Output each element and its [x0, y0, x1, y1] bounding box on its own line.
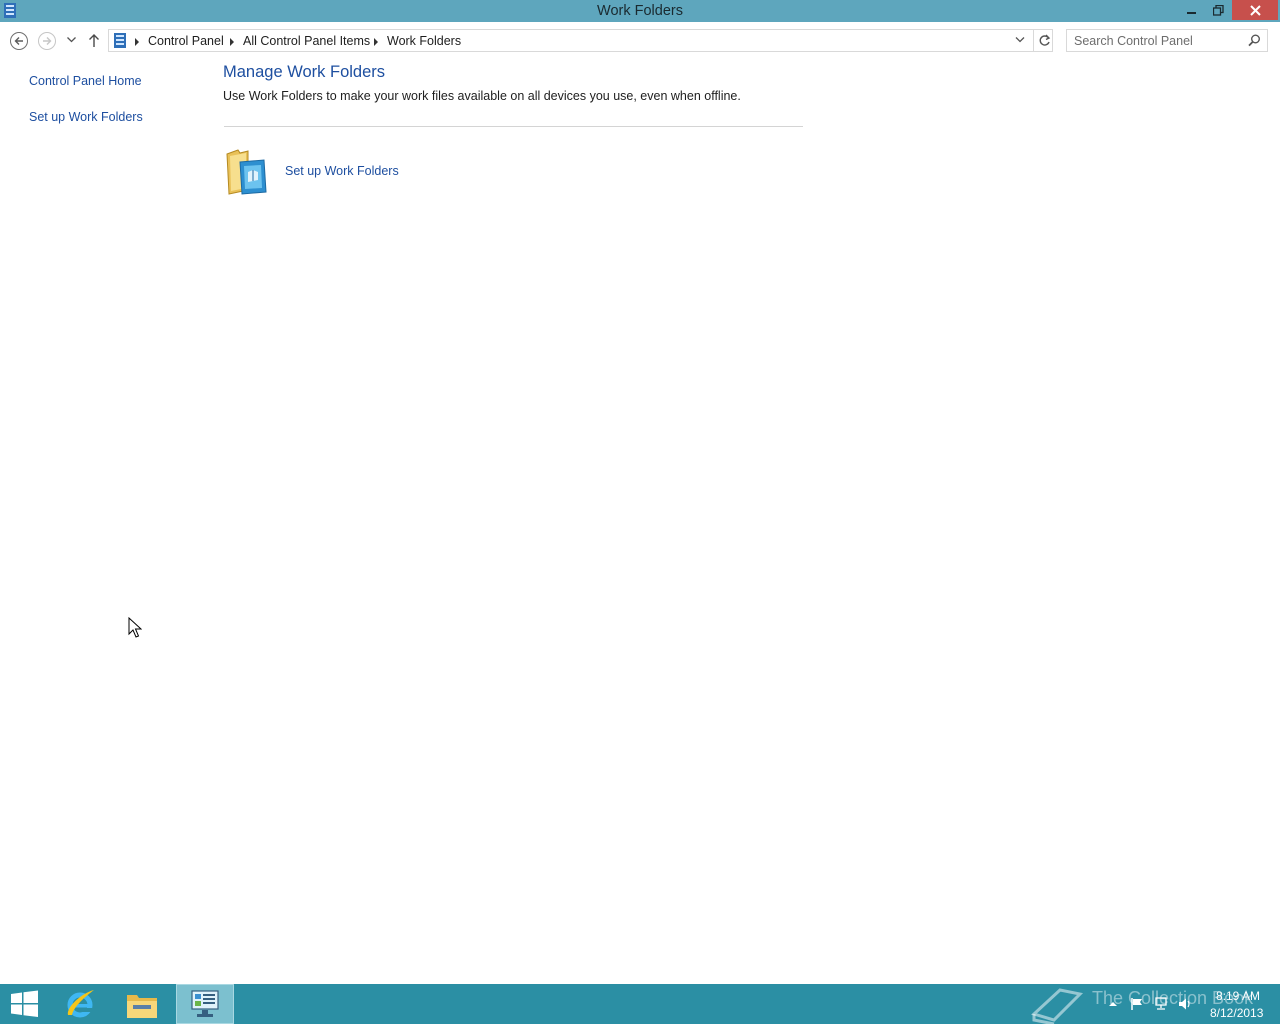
page-description: Use Work Folders to make your work files…	[223, 89, 741, 103]
start-button[interactable]	[6, 984, 44, 1024]
network-icon[interactable]	[1154, 997, 1168, 1011]
address-bar[interactable]: Control Panel All Control Panel Items Wo…	[108, 29, 1053, 52]
windows-logo-icon	[11, 990, 38, 1017]
title-bar: Work Folders	[0, 0, 1280, 22]
recent-locations-chevron-down-icon[interactable]	[67, 37, 76, 43]
minimize-button[interactable]	[1180, 0, 1204, 20]
minimize-icon	[1187, 12, 1196, 14]
internet-explorer-icon	[67, 990, 94, 1018]
task-pane: Control Panel Home Set up Work Folders	[0, 60, 200, 980]
breadcrumb-separator-icon[interactable]	[135, 38, 139, 46]
volume-icon[interactable]	[1178, 997, 1192, 1011]
search-icon[interactable]	[1248, 34, 1261, 47]
breadcrumb-separator-icon[interactable]	[230, 38, 234, 46]
internet-explorer-taskbar-button[interactable]	[59, 984, 103, 1024]
forward-button[interactable]	[38, 32, 56, 50]
setup-work-folders-link[interactable]: Set up Work Folders	[285, 164, 399, 178]
back-button[interactable]	[10, 32, 28, 50]
search-input[interactable]	[1067, 30, 1245, 51]
control-panel-taskbar-button[interactable]	[176, 984, 234, 1024]
clock-date[interactable]: 8/12/2013	[1210, 1006, 1263, 1020]
search-box[interactable]	[1066, 29, 1268, 52]
left-setup-work-folders-link[interactable]: Set up Work Folders	[29, 110, 143, 124]
taskbar: The Collection Book 8:19 AM 8/12/2013	[0, 984, 1280, 1024]
forward-arrow-icon	[43, 37, 52, 45]
content-divider	[224, 126, 803, 127]
show-hidden-icons-chevron-up-icon[interactable]	[1108, 1000, 1118, 1008]
page-title: Manage Work Folders	[223, 63, 386, 81]
file-explorer-taskbar-button[interactable]	[120, 984, 164, 1024]
back-arrow-icon	[14, 37, 23, 45]
restore-icon	[1212, 4, 1224, 16]
watermark-book-icon	[1031, 988, 1084, 1024]
address-history-chevron-down-icon[interactable]	[1015, 36, 1025, 44]
breadcrumb-separator-icon[interactable]	[374, 38, 378, 46]
file-explorer-icon	[127, 995, 157, 1018]
up-arrow-icon[interactable]	[88, 33, 100, 48]
address-divider	[1033, 30, 1034, 51]
restore-button[interactable]	[1206, 0, 1230, 20]
navigation-bar: Control Panel All Control Panel Items Wo…	[0, 22, 1280, 60]
control-panel-home-link[interactable]: Control Panel Home	[29, 74, 142, 88]
clock-time[interactable]: 8:19 AM	[1216, 989, 1260, 1003]
work-folders-icon[interactable]	[224, 146, 272, 196]
breadcrumb-work-folders[interactable]: Work Folders	[387, 34, 461, 48]
control-panel-icon	[114, 33, 126, 48]
control-panel-taskbar-icon	[191, 990, 219, 1017]
breadcrumb-control-panel[interactable]: Control Panel	[148, 34, 224, 48]
notification-area	[1104, 984, 1204, 1024]
action-center-flag-icon[interactable]	[1130, 997, 1144, 1011]
refresh-icon[interactable]	[1038, 34, 1051, 47]
breadcrumb-all-control-panel-items[interactable]: All Control Panel Items	[243, 34, 370, 48]
mouse-pointer-icon	[128, 617, 142, 638]
close-button[interactable]	[1232, 0, 1278, 20]
close-icon	[1249, 4, 1261, 16]
window-title: Work Folders	[597, 3, 683, 19]
